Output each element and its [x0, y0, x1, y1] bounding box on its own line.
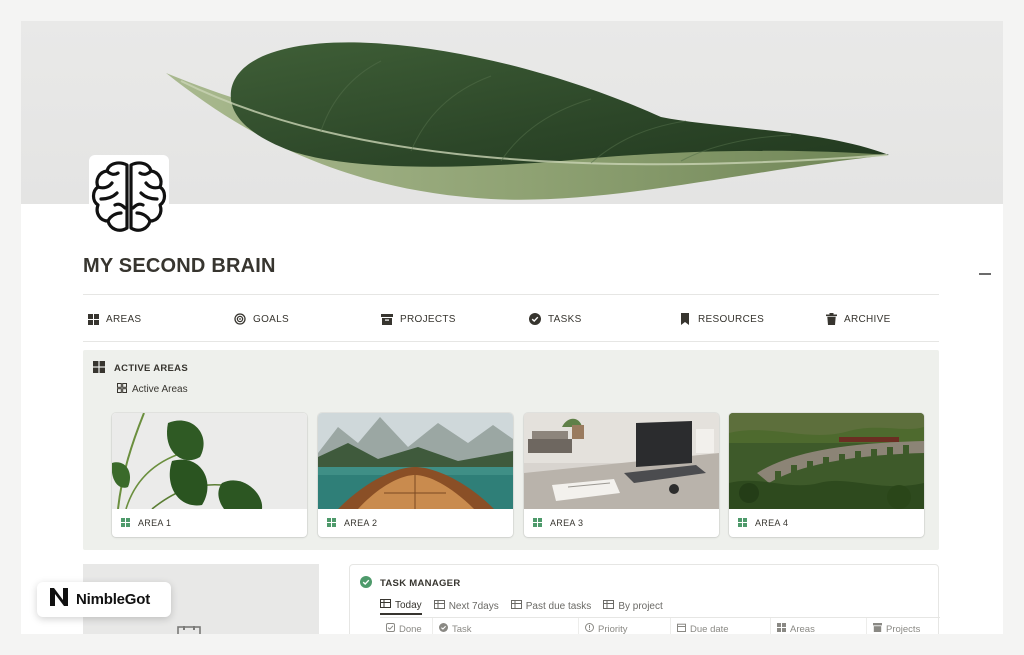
- gallery-view-tab[interactable]: Active Areas: [117, 383, 188, 396]
- nav-item-projects[interactable]: PROJECTS: [381, 309, 456, 329]
- watermark-text: NimbleGot: [76, 591, 151, 608]
- column-header-projects[interactable]: Projects: [866, 618, 940, 634]
- column-header-done[interactable]: Done: [380, 618, 432, 634]
- nav-item-label: ARCHIVE: [844, 313, 891, 325]
- grid-icon: [327, 517, 336, 529]
- check-circle-icon: [529, 313, 541, 325]
- task-manager-heading: TASK MANAGER: [360, 576, 460, 591]
- area-card-title: AREA 1: [138, 518, 172, 528]
- card-cover-monstera: [112, 413, 307, 509]
- checkbox-icon: [386, 623, 395, 634]
- active-areas-heading: ACTIVE AREAS: [93, 361, 188, 376]
- table-icon: [380, 599, 391, 611]
- area-card-1[interactable]: AREA 1: [112, 413, 307, 537]
- nimblegot-logo-icon: [48, 586, 70, 613]
- calendar-icon: [677, 623, 686, 634]
- archive-box-icon: [873, 623, 882, 634]
- area-card-title: AREA 3: [550, 518, 584, 528]
- area-card-title: AREA 2: [344, 518, 378, 528]
- target-icon: [234, 313, 246, 325]
- active-areas-callout: ACTIVE AREAS Active Areas AREA 1 AREA 2 …: [83, 350, 939, 550]
- column-header-priority[interactable]: Priority: [578, 618, 670, 634]
- area-card-title: AREA 4: [755, 518, 789, 528]
- area-card-2[interactable]: AREA 2: [318, 413, 513, 537]
- nav-item-resources[interactable]: RESOURCES: [679, 309, 764, 329]
- nav-item-label: RESOURCES: [698, 313, 765, 325]
- grid-icon: [738, 517, 747, 529]
- tab-past-due-tasks[interactable]: Past due tasks: [510, 597, 591, 615]
- bookmark-icon: [679, 313, 691, 325]
- calendar-icon: [177, 626, 201, 634]
- task-view-tabs: Today Next 7days Past due tasks By proje…: [380, 597, 663, 615]
- brain-icon[interactable]: [87, 153, 171, 241]
- tab-next-7days[interactable]: Next 7days: [433, 597, 499, 615]
- task-manager-block: TASK MANAGER Today Next 7days Past due t…: [349, 564, 940, 634]
- nav-item-label: GOALS: [253, 313, 289, 325]
- card-cover-boat-lake: [318, 413, 513, 509]
- watermark-badge: NimbleGot: [37, 582, 171, 617]
- nav-item-label: AREAS: [106, 313, 142, 325]
- page-title: MY SECOND BRAIN: [83, 255, 276, 277]
- nav-item-tasks[interactable]: TASKS: [529, 309, 582, 329]
- table-icon: [433, 600, 445, 612]
- column-header-task[interactable]: Task: [432, 618, 578, 634]
- nav-item-goals[interactable]: GOALS: [234, 309, 289, 329]
- tab-by-project[interactable]: By project: [603, 597, 663, 615]
- card-cover-viaduct: [729, 413, 924, 509]
- nav-item-areas[interactable]: AREAS: [87, 309, 141, 329]
- grid-icon: [777, 623, 786, 634]
- archive-box-icon: [381, 313, 393, 325]
- tab-today[interactable]: Today: [380, 597, 422, 615]
- column-header-areas[interactable]: Areas: [770, 618, 866, 634]
- grid-icon: [93, 361, 105, 376]
- notion-page: MY SECOND BRAIN AREAS GOALS PROJECTS TAS…: [21, 21, 1003, 634]
- divider: [83, 294, 939, 295]
- check-circle-icon: [439, 623, 448, 634]
- page-navigation: AREAS GOALS PROJECTS TASKS RESOURCES ARC…: [83, 309, 939, 329]
- gallery-icon: [117, 383, 127, 396]
- area-card-3[interactable]: AREA 3: [524, 413, 719, 537]
- table-icon: [603, 600, 615, 612]
- grid-icon: [533, 517, 542, 529]
- check-circle-icon: [360, 576, 372, 591]
- trash-icon: [825, 313, 837, 325]
- nav-item-label: PROJECTS: [400, 313, 456, 325]
- task-table-header: Done Task Priority Due date Areas Projec…: [380, 618, 940, 634]
- priority-icon: [585, 623, 594, 634]
- nav-item-archive[interactable]: ARCHIVE: [825, 309, 891, 329]
- nav-item-label: TASKS: [548, 313, 582, 325]
- area-card-4[interactable]: AREA 4: [729, 413, 924, 537]
- card-cover-desk: [524, 413, 719, 509]
- column-header-due-date[interactable]: Due date: [670, 618, 770, 634]
- outline-toggle[interactable]: [979, 273, 991, 275]
- divider: [83, 341, 939, 342]
- grid-icon: [121, 517, 130, 529]
- grid-icon: [87, 313, 99, 325]
- table-icon: [510, 600, 522, 612]
